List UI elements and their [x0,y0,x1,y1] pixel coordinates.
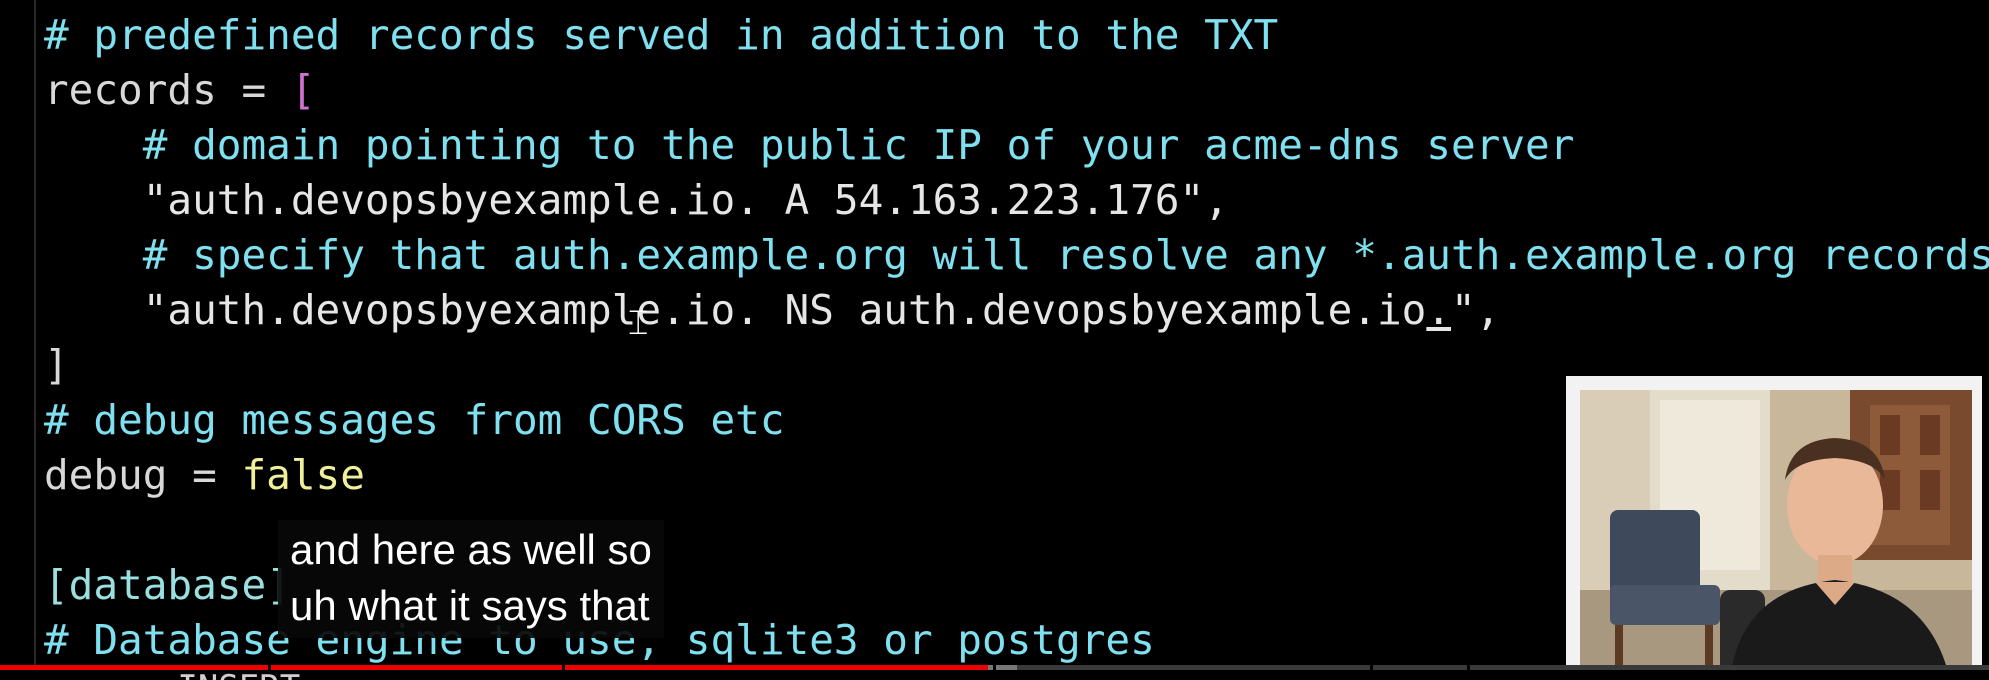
code-token: debug = [44,451,242,499]
code-token: false [241,451,365,499]
editor-mode-text: -- INSERT -- [116,670,362,680]
code-token: # predefined records served in addition … [44,11,1279,59]
code-token: [ [290,66,316,114]
code-token: # domain pointing to the public IP of yo… [44,121,1575,169]
video-frame[interactable]: # predefined records served in addition … [0,0,1989,680]
subtitle-caption: and here as well so uh what it says that [278,520,664,638]
code-token: # debug messages from CORS etc [44,396,785,444]
code-line: # specify that auth.example.org will res… [44,228,1989,283]
caption-line-2: uh what it says that [290,582,650,629]
text-cursor-icon: ⌶ [628,303,649,343]
code-token: [database] [44,561,291,609]
code-token: "auth.devopsbyexample.io. NS auth.devops… [44,286,1427,334]
code-line: # predefined records served in addition … [44,8,1989,63]
editor-status-strip: -- INSERT -- [0,670,1989,680]
caption-line-1: and here as well so [290,526,652,573]
code-token: records = [44,66,291,114]
code-line: # domain pointing to the public IP of yo… [44,118,1989,173]
editor-gutter-border [34,0,36,668]
code-line: records = [ [44,63,1989,118]
code-line: "auth.devopsbyexample.io. A 54.163.223.1… [44,173,1989,228]
code-token: ] [44,341,69,389]
presenter-image [1580,390,1972,680]
code-token: # specify that auth.example.org will res… [44,231,1989,279]
code-line: "auth.devopsbyexample.io. NS auth.devops… [44,283,1989,338]
code-token: . [1426,286,1451,334]
code-token: "auth.devopsbyexample.io. A 54.163.223.1… [44,176,1229,224]
webcam-video [1580,390,1972,680]
code-token: ", [1451,286,1501,334]
webcam-overlay [1566,376,1982,680]
